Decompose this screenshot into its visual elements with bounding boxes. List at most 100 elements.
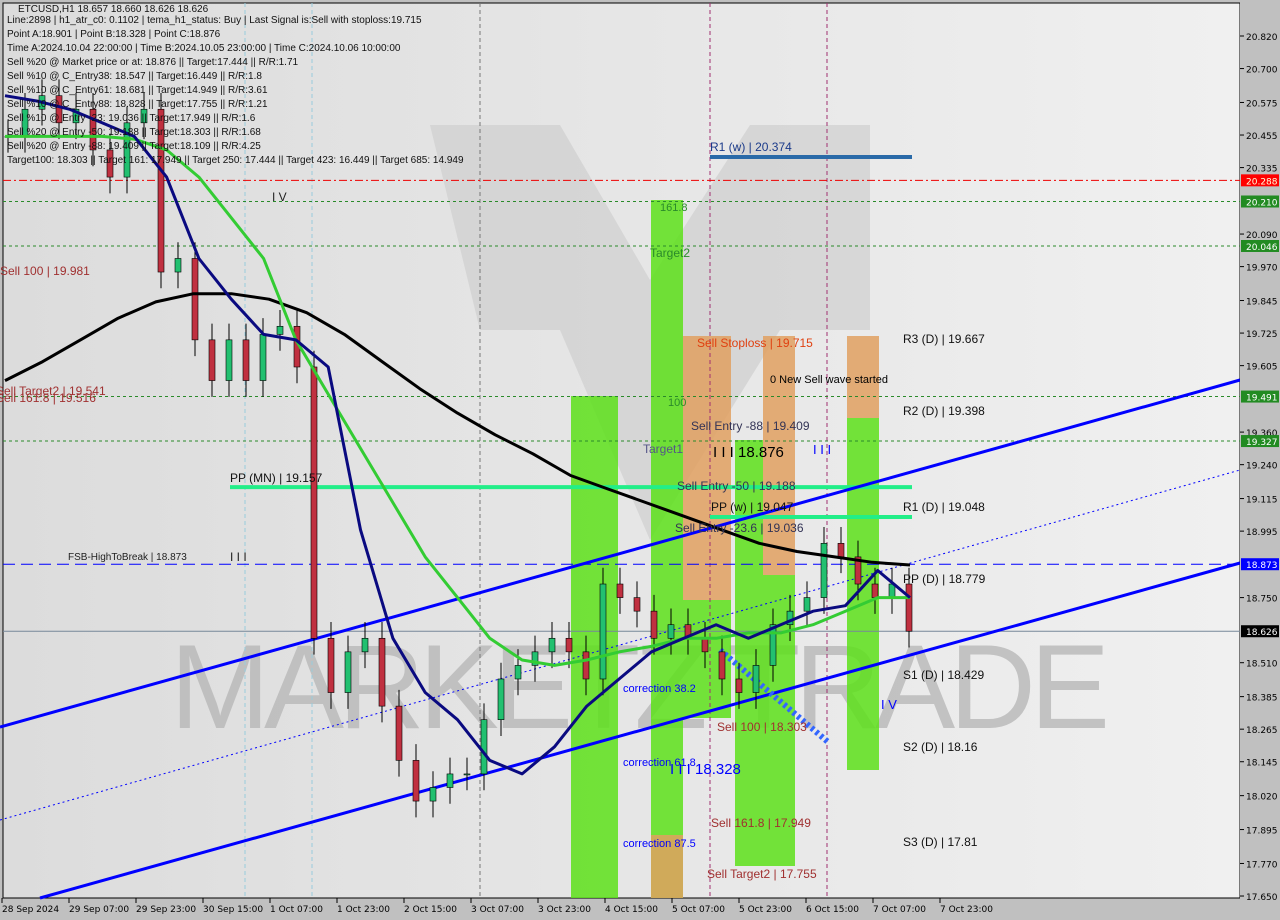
candle — [718, 651, 726, 680]
price-tag-label: 20.210 — [1246, 198, 1278, 208]
r3d-label: R3 (D) | 19.667 — [903, 332, 985, 346]
price-tag-label: 20.046 — [1246, 243, 1278, 253]
r2d-label: R2 (D) | 19.398 — [903, 404, 985, 418]
candle — [905, 583, 913, 632]
candle — [667, 624, 675, 639]
x-tick-label: 1 Oct 23:00 — [337, 905, 390, 915]
candle — [191, 258, 199, 341]
info-line: Time A:2024.10.04 22:00:00 | Time B:2024… — [7, 43, 401, 54]
candle — [276, 325, 284, 335]
point-b-annotation: I I I 18.328 — [670, 761, 741, 778]
sell1618-left-annotation: Sell 161.8 | 19.516 — [0, 391, 96, 405]
sell-entry-50-annotation: Sell Entry -50 | 19.188 — [677, 479, 796, 493]
y-tick-label: 19.605 — [1246, 363, 1278, 373]
info-line: Target100: 18.303 || Target 161: 17.949 … — [7, 155, 464, 166]
target2-annotation: Target2 — [650, 246, 691, 260]
candle — [327, 637, 335, 693]
candle — [310, 366, 318, 639]
x-tick-label: 5 Oct 07:00 — [672, 905, 725, 915]
candle — [259, 334, 267, 381]
sell-stoploss-annotation: Sell Stoploss | 19.715 — [697, 336, 813, 350]
ppmn-label: PP (MN) | 19.157 — [230, 471, 323, 485]
y-tick-label: 19.845 — [1246, 298, 1278, 308]
sell-entry-236-annotation: Sell Entry -23.6 | 19.036 — [675, 521, 804, 535]
target1-annotation: Target1 — [643, 442, 684, 456]
candle — [497, 678, 505, 720]
y-tick-label: 19.240 — [1246, 462, 1278, 472]
info-line: Sell %20 @ Entry -88: 19.409 || Target:1… — [7, 141, 261, 152]
y-tick-label: 19.970 — [1246, 264, 1278, 274]
point-c-annotation: I I I 18.876 — [713, 444, 784, 461]
sell-entry-88-annotation: Sell Entry -88 | 19.409 — [691, 419, 810, 433]
y-tick-label: 17.650 — [1246, 893, 1278, 903]
r1w-label: R1 (w) | 20.374 — [710, 140, 792, 154]
y-tick-label: 18.750 — [1246, 595, 1278, 605]
sell100-left-annotation: Sell 100 | 19.981 — [0, 264, 90, 278]
iii-right-annotation: I I I — [813, 442, 832, 457]
candle — [225, 339, 233, 381]
info-line: Line:2898 | h1_atr_c0: 0.1102 | tema_h1_… — [7, 15, 422, 26]
ppd-label: PP (D) | 18.779 — [903, 572, 986, 586]
s1d-label: S1 (D) | 18.429 — [903, 668, 985, 682]
x-tick-label: 2 Oct 15:00 — [404, 905, 457, 915]
iv-right-annotation: I V — [881, 697, 897, 712]
x-tick-label: 7 Oct 07:00 — [873, 905, 926, 915]
y-tick-label: 18.265 — [1246, 726, 1278, 736]
s2d-label: S2 (D) | 18.16 — [903, 740, 978, 754]
y-tick-label: 19.725 — [1246, 330, 1278, 340]
target-zone — [571, 396, 618, 898]
candle — [565, 637, 573, 653]
x-tick-label: 4 Oct 15:00 — [605, 905, 658, 915]
candle — [548, 637, 556, 653]
candle — [463, 773, 471, 776]
price-tag-label: 19.491 — [1246, 394, 1278, 404]
candle — [480, 719, 488, 775]
y-tick-label: 20.455 — [1246, 132, 1278, 142]
x-tick-label: 3 Oct 07:00 — [471, 905, 524, 915]
sell1618-annotation: Sell 161.8 | 17.949 — [711, 816, 811, 830]
x-tick-label: 29 Sep 07:00 — [69, 905, 129, 915]
y-tick-label: 18.145 — [1246, 759, 1278, 769]
candle — [446, 773, 454, 788]
x-tick-label: 3 Oct 23:00 — [538, 905, 591, 915]
y-tick-label: 20.575 — [1246, 99, 1278, 109]
target-zone — [651, 200, 683, 898]
x-tick-label: 1 Oct 07:00 — [270, 905, 323, 915]
candle — [344, 651, 352, 693]
candle — [242, 339, 250, 381]
candle — [752, 665, 760, 693]
s3d-label: S3 (D) | 17.81 — [903, 835, 978, 849]
info-line: Point A:18.901 | Point B:18.328 | Point … — [7, 29, 221, 40]
y-tick-label: 18.020 — [1246, 793, 1278, 803]
candle — [378, 637, 386, 707]
candle — [701, 637, 709, 653]
chart-window: MARKETZ TRADE20.82020.70020.57520.45520.… — [0, 0, 1280, 920]
info-line: Sell %20 @ Entry -50: 19.188 || Target:1… — [7, 127, 261, 138]
info-line: Sell %10 @ C_Entry88: 18.828 || Target:1… — [7, 99, 268, 110]
candle — [650, 610, 658, 639]
candle — [616, 583, 624, 598]
candle — [837, 543, 845, 558]
x-tick-label: 5 Oct 23:00 — [739, 905, 792, 915]
candle — [803, 597, 811, 612]
new-wave-annotation: 0 New Sell wave started — [770, 374, 888, 386]
candle — [871, 583, 879, 598]
info-line: Sell %10 @ C_Entry61: 18.681 || Target:1… — [7, 85, 268, 96]
candle — [514, 665, 522, 680]
y-tick-label: 20.700 — [1246, 66, 1278, 76]
r1d-label: R1 (D) | 19.048 — [903, 500, 985, 514]
price-tag-label: 20.288 — [1246, 177, 1278, 187]
y-tick-label: 18.995 — [1246, 528, 1278, 538]
f1618-annotation: 161.8 — [660, 202, 688, 214]
candle — [361, 637, 369, 653]
x-tick-label: 7 Oct 23:00 — [940, 905, 993, 915]
candle — [429, 787, 437, 802]
price-tag-label: 18.626 — [1246, 628, 1278, 638]
x-tick-label: 6 Oct 15:00 — [806, 905, 859, 915]
sell-target2-annotation: Sell Target2 | 17.755 — [707, 867, 817, 881]
y-tick-label: 20.335 — [1246, 165, 1278, 175]
info-line: Sell %20 @ Market price or at: 18.876 ||… — [7, 57, 299, 68]
price-tag-label: 19.327 — [1246, 438, 1278, 448]
fsb-annotation: FSB-HighToBreak | 18.873 — [68, 552, 187, 563]
y-tick-label: 20.820 — [1246, 33, 1278, 43]
